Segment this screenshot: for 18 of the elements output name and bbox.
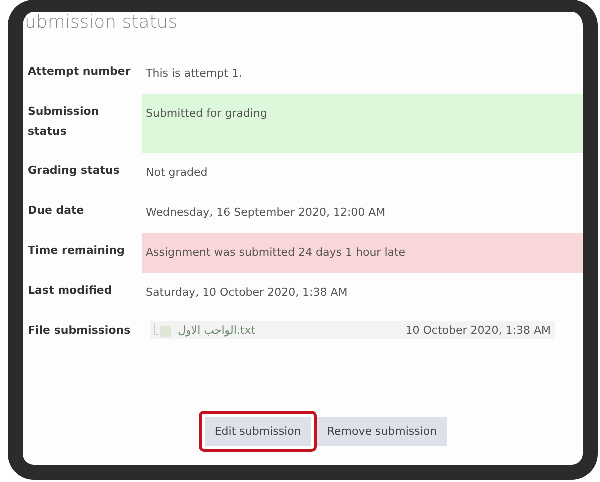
submission-button[interactable]: Remove submission [317,417,448,446]
row-value: Wednesday, 16 September 2020, 12:00 AM [142,193,583,233]
row-label: File submissions [27,323,132,339]
row-label: Attempt number [23,54,142,94]
row-value: Submitted for grading [142,94,583,153]
row-label: Grading status [23,153,142,193]
row-label: Time remaining [23,233,142,273]
file-icon [154,323,172,337]
row-label: Last modified [23,273,142,313]
row-value: Saturday, 10 October 2020, 1:38 AM [142,273,583,313]
section-title: ubmission status [25,12,178,34]
row-label: Due date [23,193,142,233]
row-value: Not graded [142,153,583,193]
file-date: 10 October 2020, 1:38 AM [406,324,551,336]
row-value: Assignment was submitted 24 days 1 hour late [142,233,583,273]
submission-button[interactable]: Edit submission [204,417,312,446]
row-label: Submission status [23,94,142,153]
row-value: This is attempt 1. [142,54,583,94]
